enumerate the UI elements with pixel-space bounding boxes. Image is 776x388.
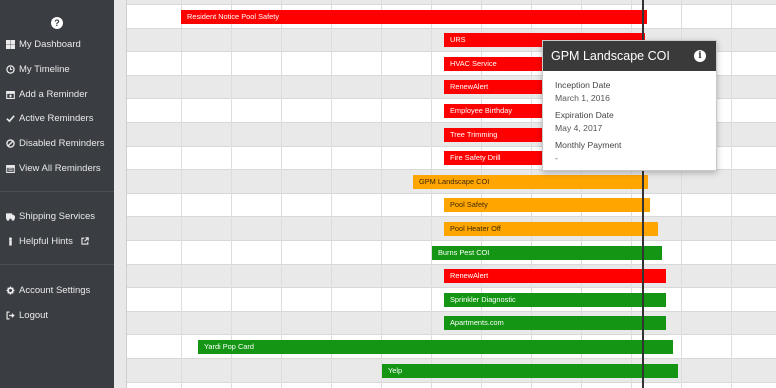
timeline-bar[interactable]: Pool Heater Off [444, 221, 658, 236]
sidebar: ? My Dashboard My Timeline Add a Reminde… [0, 0, 114, 388]
sidebar-item-label: Account Settings [19, 284, 91, 296]
sidebar-item-label: My Timeline [19, 63, 70, 75]
timeline-bar[interactable]: Apartments.com [444, 316, 666, 331]
sidebar-item-label: Active Reminders [19, 112, 94, 124]
check-icon [5, 113, 16, 124]
help-icon[interactable]: ? [51, 17, 63, 29]
timeline-bar[interactable]: GPM Landscape COI [413, 174, 648, 189]
grid-line [231, 0, 232, 388]
sidebar-item-account-settings[interactable]: Account Settings [0, 280, 114, 300]
monthly-payment-value: - [555, 153, 558, 163]
app-window: ? My Dashboard My Timeline Add a Reminde… [0, 0, 776, 388]
timeline-bar[interactable]: Yelp [382, 363, 678, 378]
grid-line [431, 0, 432, 388]
sidebar-item-helpful-hints[interactable]: Helpful Hints [0, 231, 114, 251]
timeline-bar[interactable]: Pool Safety [444, 198, 650, 213]
sidebar-item-timeline[interactable]: My Timeline [0, 59, 114, 79]
grid-line [331, 0, 332, 388]
sidebar-item-label: Helpful Hints [19, 235, 73, 247]
sidebar-divider [0, 191, 114, 192]
timeline-bar[interactable]: Yardi Pop Card [198, 339, 673, 354]
external-link-icon [81, 237, 89, 245]
dashboard-icon [5, 39, 16, 50]
timeline-row [127, 382, 776, 388]
sidebar-item-active-reminders[interactable]: Active Reminders [0, 108, 114, 128]
sidebar-item-disabled-reminders[interactable]: Disabled Reminders [0, 133, 114, 153]
monthly-payment-label: Monthly Payment [555, 140, 622, 150]
inception-date-value: March 1, 2016 [555, 93, 610, 103]
sign-out-icon [5, 310, 16, 321]
sidebar-divider [0, 264, 114, 265]
timeline-bar[interactable]: Burns Pest COI [432, 245, 662, 260]
inception-date-label: Inception Date [555, 80, 611, 90]
reminder-popover: GPM Landscape COI i Inception Date March… [542, 40, 717, 171]
timeline-bar[interactable]: Resident Notice Pool Safety [181, 9, 647, 24]
scroll-gutter[interactable] [114, 0, 126, 388]
help-area: ? [0, 13, 114, 31]
ban-icon [5, 138, 16, 149]
sidebar-item-label: Logout [19, 309, 49, 321]
grid-line [381, 0, 382, 388]
calendar-plus-icon [5, 89, 16, 100]
sidebar-item-label: Disabled Reminders [19, 137, 105, 149]
truck-icon [5, 211, 16, 222]
grid-line [281, 0, 282, 388]
grid-line [181, 0, 182, 388]
sidebar-item-add-reminder[interactable]: Add a Reminder [0, 84, 114, 104]
clock-icon [5, 64, 16, 75]
sidebar-item-dashboard[interactable]: My Dashboard [0, 34, 114, 54]
calendar-icon [5, 163, 16, 174]
popover-title: GPM Landscape COI [551, 49, 670, 63]
expiration-date-label: Expiration Date [555, 110, 614, 120]
sidebar-item-label: My Dashboard [19, 38, 81, 50]
grid-line [731, 0, 732, 388]
info-icon[interactable]: i [694, 50, 706, 62]
popover-header: GPM Landscape COI i [543, 41, 716, 71]
expiration-date-value: May 4, 2017 [555, 123, 603, 133]
sidebar-item-view-all-reminders[interactable]: View All Reminders [0, 158, 114, 178]
sidebar-item-label: View All Reminders [19, 162, 101, 174]
sidebar-item-label: Shipping Services [19, 210, 96, 222]
sidebar-item-logout[interactable]: Logout [0, 305, 114, 325]
timeline-bar[interactable]: RenewAlert [444, 269, 666, 284]
sidebar-item-shipping-services[interactable]: Shipping Services [0, 206, 114, 226]
gear-icon [5, 285, 16, 296]
sidebar-item-label: Add a Reminder [19, 88, 88, 100]
info-icon [5, 236, 16, 247]
timeline-bar[interactable]: Sprinkler Diagnostic [444, 292, 666, 307]
